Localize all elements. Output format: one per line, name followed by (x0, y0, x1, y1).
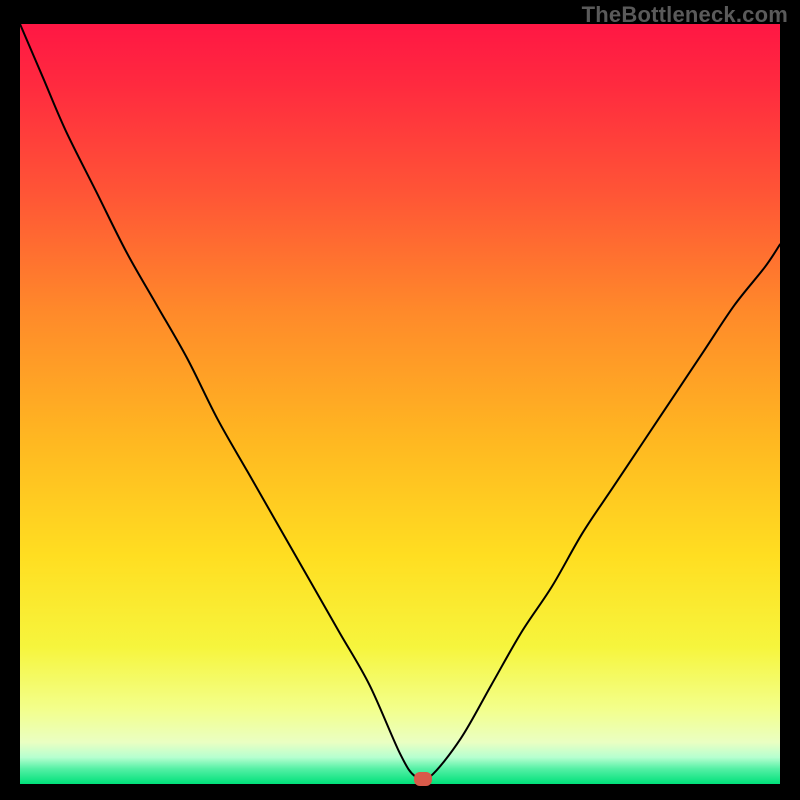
chart-svg (20, 24, 780, 784)
gradient-background (20, 24, 780, 784)
watermark-text: TheBottleneck.com (582, 2, 788, 28)
minimum-marker (414, 772, 432, 786)
chart-frame: TheBottleneck.com (0, 0, 800, 800)
plot-area (20, 24, 780, 784)
